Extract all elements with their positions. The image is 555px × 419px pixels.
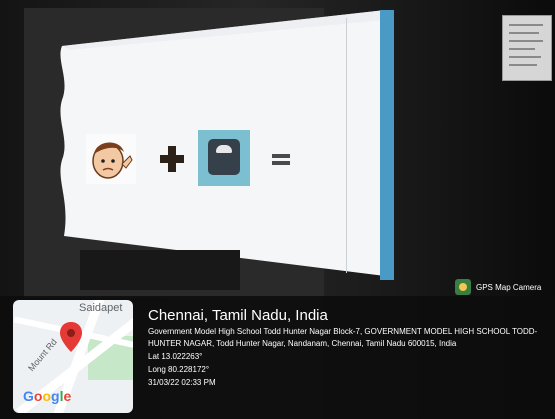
equals-icon xyxy=(272,152,290,166)
weighing-scale-icon xyxy=(198,130,250,186)
plus-icon xyxy=(160,146,184,172)
capture-datetime: 31/03/22 02:33 PM xyxy=(148,378,216,387)
location-title: Chennai, Tamil Nadu, India xyxy=(148,307,328,324)
geotag-details: Chennai, Tamil Nadu, India Government Mo… xyxy=(148,307,548,389)
gps-app-name: GPS Map Camera xyxy=(476,282,542,292)
map-area-label: Saidapet xyxy=(79,302,123,314)
screen-panel-divider xyxy=(346,18,347,273)
longitude-value: Long 80.228172° xyxy=(148,365,210,374)
google-logo: Google xyxy=(23,388,72,404)
location-map-thumbnail: Saidapet Mount Rd Google xyxy=(13,300,133,413)
map-pin-icon xyxy=(60,322,82,352)
screen-edge-strip xyxy=(380,10,394,280)
latitude-value: Lat 13.022263° xyxy=(148,352,203,361)
full-address: Government Model High School Todd Hunter… xyxy=(148,327,538,348)
map-road-label: Mount Rd xyxy=(26,336,59,374)
floor-object xyxy=(80,250,240,290)
gps-camera-icon xyxy=(455,279,471,295)
gps-map-camera-badge: GPS Map Camera xyxy=(455,279,541,295)
confused-boy-icon xyxy=(86,134,136,184)
